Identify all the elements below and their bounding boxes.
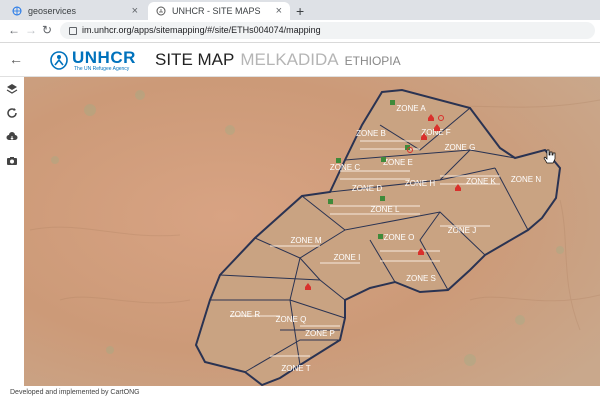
tab-unhcr-site-maps[interactable]: UNHCR - SITE MAPS × <box>148 2 290 20</box>
back-arrow-icon[interactable]: ← <box>8 23 20 37</box>
unhcr-logo: UNHCR The UN Refugee Agency <box>48 48 135 77</box>
forward-arrow-icon[interactable]: → <box>25 23 37 37</box>
footer-credit: Developed and implemented by CartONG <box>0 386 600 400</box>
browser-tab-strip: geoservices × UNHCR - SITE MAPS × + <box>0 0 600 20</box>
zone-label: ZONE C <box>330 163 360 172</box>
facility-marker-icon[interactable] <box>328 199 333 204</box>
layers-icon[interactable] <box>4 81 20 97</box>
unhcr-favicon-icon <box>156 6 166 16</box>
zone-label: ZONE S <box>406 274 436 283</box>
zone-label: ZONE R <box>230 310 260 319</box>
zone-label: ZONE Q <box>276 315 307 324</box>
facility-marker-icon[interactable] <box>380 196 385 201</box>
logo-tagline: The UN Refugee Agency <box>74 66 130 72</box>
zone-label: ZONE G <box>445 143 476 152</box>
unhcr-emblem-icon <box>50 51 68 70</box>
tab-close-icon[interactable]: × <box>276 5 282 17</box>
new-tab-button[interactable]: + <box>296 3 304 19</box>
satellite-map: ZONE A ZONE B ZONE C ZONE D ZONE E ZONE … <box>24 77 600 386</box>
camera-icon[interactable] <box>4 153 20 169</box>
zone-label: ZONE L <box>371 205 400 214</box>
reload-icon[interactable]: ↻ <box>42 23 52 37</box>
app-header: ← UNHCR The UN Refugee Agency SITE MAP ME… <box>0 43 600 77</box>
zone-label: ZONE M <box>290 236 321 245</box>
zone-label: ZONE T <box>281 364 310 373</box>
tab-label: UNHCR - SITE MAPS <box>172 6 261 16</box>
zone-label: ZONE P <box>305 329 335 338</box>
zone-label: ZONE H <box>405 179 435 188</box>
zone-label: ZONE J <box>448 226 476 235</box>
map-view[interactable]: ZONE A ZONE B ZONE C ZONE D ZONE E ZONE … <box>24 77 600 386</box>
zone-label: ZONE D <box>352 184 382 193</box>
cloud-download-icon[interactable] <box>4 129 20 145</box>
url-field[interactable]: im.unhcr.org/apps/sitemapping/#/site/ETH… <box>60 22 595 39</box>
tab-label: geoservices <box>28 6 77 16</box>
zone-label: ZONE A <box>396 104 426 113</box>
zone-label: ZONE B <box>356 129 386 138</box>
zone-label: ZONE O <box>384 233 415 242</box>
title-text: SITE MAP <box>155 50 235 69</box>
zone-label: ZONE E <box>383 158 413 167</box>
page-title: SITE MAP MELKADIDA ETHIOPIA <box>155 50 401 70</box>
logo-name: UNHCR <box>72 48 136 67</box>
url-text: im.unhcr.org/apps/sitemapping/#/site/ETH… <box>82 25 321 35</box>
tab-close-icon[interactable]: × <box>132 5 138 17</box>
refresh-icon[interactable] <box>4 105 20 121</box>
address-bar: ← → ↻ im.unhcr.org/apps/sitemapping/#/si… <box>0 20 600 43</box>
facility-marker-icon[interactable] <box>336 158 341 163</box>
site-name: MELKADIDA <box>240 50 339 69</box>
map-toolbar <box>0 77 25 386</box>
zone-label: ZONE N <box>511 175 541 184</box>
back-button[interactable]: ← <box>9 51 23 67</box>
facility-marker-icon[interactable] <box>390 100 395 105</box>
globe-icon <box>12 6 22 16</box>
country-name: ETHIOPIA <box>344 54 401 68</box>
facility-marker-icon[interactable] <box>378 234 383 239</box>
lock-icon <box>69 27 77 35</box>
tab-geoservices[interactable]: geoservices × <box>4 2 146 20</box>
facility-marker-icon[interactable] <box>381 157 386 162</box>
zone-label: ZONE I <box>334 253 361 262</box>
zone-label: ZONE K <box>466 177 496 186</box>
